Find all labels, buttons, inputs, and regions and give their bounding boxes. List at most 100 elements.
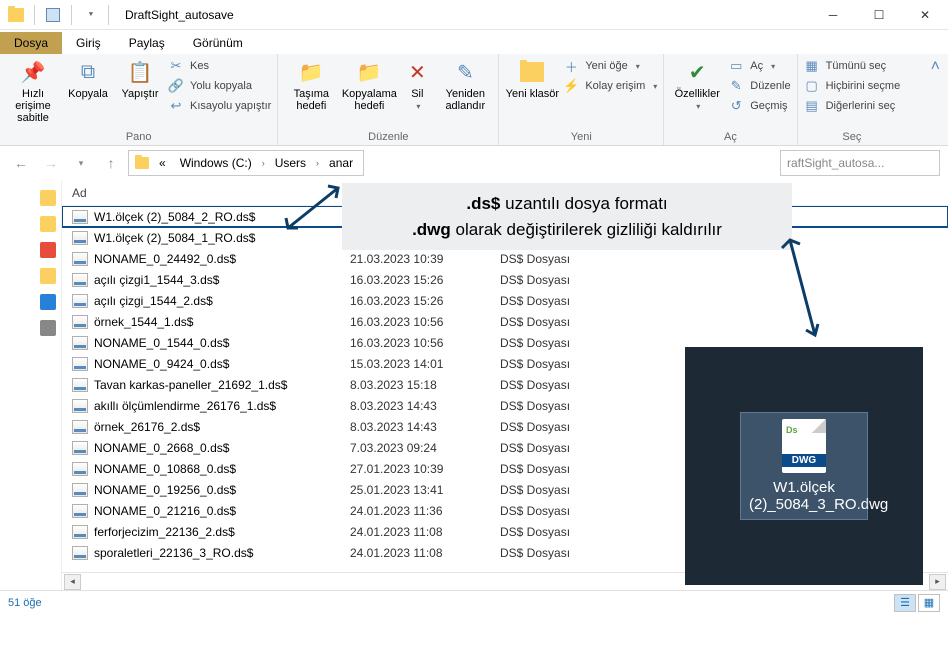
group-ac: ✔ Özellikler ▾ ▭Aç▾ ✎Düzenle ↺Geçmiş Aç xyxy=(664,54,797,145)
scroll-left-icon[interactable]: ◂ xyxy=(64,574,81,590)
copy-to-button[interactable]: 📁 Kopyalama hedefi xyxy=(342,58,396,112)
nav-item-4[interactable] xyxy=(40,268,56,284)
delete-icon: ✕ xyxy=(403,58,431,86)
file-type: DS$ Dosyası xyxy=(500,462,650,476)
new-item-button[interactable]: ＋Yeni öğe▾ xyxy=(563,58,657,74)
properties-qat-icon[interactable] xyxy=(41,3,65,27)
nav-item-2[interactable] xyxy=(40,216,56,232)
file-row[interactable]: açılı çizgi1_1544_3.ds$16.03.2023 15:26D… xyxy=(62,269,948,290)
file-type: DS$ Dosyası xyxy=(500,357,650,371)
details-view-button[interactable]: ☰ xyxy=(894,594,916,612)
nav-item-1[interactable] xyxy=(40,190,56,206)
minimize-button[interactable]: ─ xyxy=(810,0,856,30)
back-button[interactable]: ← xyxy=(8,150,34,176)
file-date: 15.03.2023 14:01 xyxy=(350,357,500,371)
col-name[interactable]: Ad xyxy=(62,186,350,200)
file-icon xyxy=(72,462,88,476)
dwg-file-icon[interactable]: Ds DWG W1.ölçek (2)_5084_3_RO.dwg xyxy=(741,413,867,519)
new-folder-button[interactable]: Yeni klasör xyxy=(505,58,559,100)
file-date: 24.01.2023 11:08 xyxy=(350,546,500,560)
paste-shortcut-button[interactable]: ↩Kısayolu yapıştır xyxy=(168,98,271,114)
file-date: 16.03.2023 15:26 xyxy=(350,273,500,287)
file-icon: Ds DWG xyxy=(782,419,826,473)
copy-button[interactable]: ⧉ Kopyala xyxy=(64,58,112,100)
file-name-text: NONAME_0_1544_0.ds$ xyxy=(94,336,229,350)
pin-quick-access-button[interactable]: 📌 Hızlı erişime sabitle xyxy=(6,58,60,124)
tab-view[interactable]: Görünüm xyxy=(179,32,257,54)
file-type: DS$ Dosyası xyxy=(500,294,650,308)
item-count: 51 öğe xyxy=(8,597,42,609)
file-row[interactable]: açılı çizgi_1544_2.ds$16.03.2023 15:26DS… xyxy=(62,290,948,311)
rename-button[interactable]: ✎ Yeniden adlandır xyxy=(438,58,492,112)
crumb-anar[interactable]: anar xyxy=(325,156,357,170)
file-icon xyxy=(72,504,88,518)
file-name-text: açılı çizgi1_1544_3.ds$ xyxy=(94,273,219,287)
delete-button[interactable]: ✕ Sil ▾ xyxy=(400,58,434,111)
file-icon xyxy=(72,273,88,287)
scissors-icon: ✂ xyxy=(168,58,184,74)
crumb-c[interactable]: Windows (C:) xyxy=(176,156,256,170)
file-row[interactable]: NONAME_0_24492_0.ds$21.03.2023 10:39DS$ … xyxy=(62,248,948,269)
file-name-text: NONAME_0_19256_0.ds$ xyxy=(94,483,236,497)
file-icon xyxy=(72,441,88,455)
nav-item-3[interactable] xyxy=(40,242,56,258)
group-duzenle: 📁 Taşıma hedefi 📁 Kopyalama hedefi ✕ Sil… xyxy=(278,54,499,145)
file-name-text: sporaletleri_22136_3_RO.ds$ xyxy=(94,546,253,560)
tab-share[interactable]: Paylaş xyxy=(115,32,179,54)
file-name-text: NONAME_0_9424_0.ds$ xyxy=(94,357,229,371)
select-all-button[interactable]: ▦Tümünü seç xyxy=(804,58,901,74)
scroll-right-icon[interactable]: ▸ xyxy=(929,574,946,590)
maximize-button[interactable]: ☐ xyxy=(856,0,902,30)
edit-button[interactable]: ✎Düzenle xyxy=(728,78,790,94)
open-button[interactable]: ▭Aç▾ xyxy=(728,58,790,74)
file-date: 25.01.2023 13:41 xyxy=(350,483,500,497)
paste-button[interactable]: 📋 Yapıştır xyxy=(116,58,164,100)
qat-overflow[interactable]: ⯆ xyxy=(78,3,102,27)
file-icon xyxy=(72,525,88,539)
forward-button[interactable]: → xyxy=(38,150,64,176)
tab-home[interactable]: Giriş xyxy=(62,32,115,54)
close-button[interactable]: ✕ xyxy=(902,0,948,30)
file-name-text: Tavan karkas-paneller_21692_1.ds$ xyxy=(94,378,287,392)
crumb-users[interactable]: Users xyxy=(271,156,310,170)
check-icon: ✔ xyxy=(683,58,711,86)
icons-view-button[interactable]: ▦ xyxy=(918,594,940,612)
ribbon-collapse-icon[interactable]: ˄ xyxy=(923,54,948,145)
nav-pane[interactable] xyxy=(0,180,62,590)
file-icon xyxy=(72,315,88,329)
group-pano-label: Pano xyxy=(6,129,271,143)
annotation-box: .ds$ uzantılı dosya formatı .dwg olarak … xyxy=(342,183,792,250)
breadcrumb[interactable]: « Windows (C:) › Users › anar xyxy=(128,150,364,176)
file-date: 7.03.2023 09:24 xyxy=(350,441,500,455)
group-duzenle-label: Düzenle xyxy=(284,129,492,143)
pin-icon: 📌 xyxy=(19,58,47,86)
cut-button[interactable]: ✂Kes xyxy=(168,58,271,74)
group-sec-label: Seç xyxy=(804,129,901,143)
group-ac-label: Aç xyxy=(670,129,790,143)
move-icon: 📁 xyxy=(297,58,325,86)
file-name-text: NONAME_0_24492_0.ds$ xyxy=(94,252,236,266)
nav-item-5[interactable] xyxy=(40,294,56,310)
up-button[interactable]: ↑ xyxy=(98,150,124,176)
file-icon xyxy=(72,420,88,434)
properties-button[interactable]: ✔ Özellikler ▾ xyxy=(670,58,724,111)
dwg-filename: W1.ölçek (2)_5084_3_RO.dwg xyxy=(749,479,859,513)
nav-item-6[interactable] xyxy=(40,320,56,336)
file-row[interactable]: örnek_1544_1.ds$16.03.2023 10:56DS$ Dosy… xyxy=(62,311,948,332)
folder-icon xyxy=(4,3,28,27)
easy-access-button[interactable]: ⚡Kolay erişim▾ xyxy=(563,78,657,94)
window-title: DraftSight_autosave xyxy=(125,8,234,22)
tab-file[interactable]: Dosya xyxy=(0,32,62,54)
move-to-button[interactable]: 📁 Taşıma hedefi xyxy=(284,58,338,112)
address-row: ← → ▾ ↑ « Windows (C:) › Users › anar ra… xyxy=(0,146,948,180)
file-type: DS$ Dosyası xyxy=(500,420,650,434)
group-sec: ▦Tümünü seç ▢Hiçbirini seçme ▤Diğerlerin… xyxy=(798,54,907,145)
file-icon xyxy=(72,231,88,245)
file-icon xyxy=(72,546,88,560)
history-button[interactable]: ↺Geçmiş xyxy=(728,98,790,114)
invert-selection-button[interactable]: ▤Diğerlerini seç xyxy=(804,98,901,114)
search-input[interactable]: raftSight_autosa... xyxy=(780,150,940,176)
copy-path-button[interactable]: 🔗Yolu kopyala xyxy=(168,78,271,94)
recent-locations-button[interactable]: ▾ xyxy=(68,150,94,176)
select-none-button[interactable]: ▢Hiçbirini seçme xyxy=(804,78,901,94)
